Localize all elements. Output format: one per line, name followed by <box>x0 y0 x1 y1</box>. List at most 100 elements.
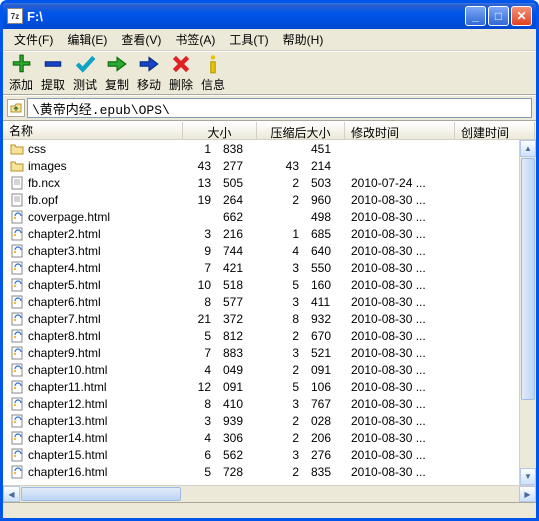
path-input[interactable] <box>27 98 532 118</box>
html-icon <box>9 227 25 241</box>
file-name: images <box>28 159 67 173</box>
file-name: chapter11.html <box>28 380 107 394</box>
table-row[interactable]: chapter16.html572828352010-08-30 ... <box>3 463 536 480</box>
table-row[interactable]: chapter6.html857734112010-08-30 ... <box>3 293 536 310</box>
header-mtime[interactable]: 修改时间 <box>345 122 455 139</box>
html-icon <box>9 465 25 479</box>
horizontal-scrollbar[interactable]: ◀ ▶ <box>3 485 536 502</box>
html-icon <box>9 278 25 292</box>
file-size-units: 562 <box>217 448 257 462</box>
table-row[interactable]: chapter12.html841037672010-08-30 ... <box>3 395 536 412</box>
file-size-thousands: 19 <box>183 193 217 207</box>
file-size-thousands: 5 <box>183 465 217 479</box>
file-compressed-units: 206 <box>305 431 345 445</box>
table-row[interactable]: chapter10.html404920912010-08-30 ... <box>3 361 536 378</box>
file-mtime: 2010-08-30 ... <box>345 295 455 309</box>
table-row[interactable]: chapter5.html1051851602010-08-30 ... <box>3 276 536 293</box>
file-compressed-thousands: 3 <box>257 295 305 309</box>
html-icon <box>9 448 25 462</box>
table-row[interactable]: chapter9.html788335212010-08-30 ... <box>3 344 536 361</box>
table-row[interactable]: chapter7.html2137289322010-08-30 ... <box>3 310 536 327</box>
table-row[interactable]: chapter4.html742135502010-08-30 ... <box>3 259 536 276</box>
info-button[interactable]: 信息 <box>197 53 229 93</box>
file-size-units: 216 <box>217 227 257 241</box>
table-row[interactable]: chapter15.html656232762010-08-30 ... <box>3 446 536 463</box>
pathbar <box>3 95 536 121</box>
table-row[interactable]: chapter11.html1209151062010-08-30 ... <box>3 378 536 395</box>
test-button[interactable]: 测试 <box>69 53 101 93</box>
file-size-units: 662 <box>217 210 257 224</box>
scroll-thumb-h[interactable] <box>21 487 181 501</box>
scroll-thumb[interactable] <box>521 158 535 400</box>
file-list: 名称 大小 压缩后大小 修改时间 创建时间 css1838451 images 43… <box>3 121 536 485</box>
minimize-button[interactable]: _ <box>465 6 486 26</box>
file-compressed-thousands: 2 <box>257 414 305 428</box>
html-icon <box>9 380 25 394</box>
close-button[interactable]: ✕ <box>511 6 532 26</box>
file-name: chapter5.html <box>28 278 101 292</box>
file-size-units: 812 <box>217 329 257 343</box>
table-row[interactable]: chapter3.html974446402010-08-30 ... <box>3 242 536 259</box>
vertical-scrollbar[interactable]: ▲ ▼ <box>519 140 536 485</box>
file-compressed-thousands: 43 <box>257 159 305 173</box>
scroll-up-icon[interactable]: ▲ <box>520 140 536 157</box>
table-row[interactable]: chapter8.html581226702010-08-30 ... <box>3 327 536 344</box>
file-size-units: 728 <box>217 465 257 479</box>
move-button[interactable]: 移动 <box>133 53 165 93</box>
arrow-right-blue-icon <box>138 53 160 75</box>
scroll-right-icon[interactable]: ▶ <box>519 486 536 502</box>
table-row[interactable]: fb.opf1926429602010-08-30 ... <box>3 191 536 208</box>
file-name: chapter10.html <box>28 363 107 377</box>
menu-view[interactable]: 查看(V) <box>114 29 168 50</box>
file-compressed-thousands: 2 <box>257 431 305 445</box>
scroll-left-icon[interactable]: ◀ <box>3 486 20 502</box>
file-name: coverpage.html <box>28 210 110 224</box>
file-size-units: 372 <box>217 312 257 326</box>
copy-button[interactable]: 复制 <box>101 53 133 93</box>
extract-button[interactable]: 提取 <box>37 53 69 93</box>
file-compressed-thousands: 3 <box>257 261 305 275</box>
check-icon <box>74 53 96 75</box>
file-name: chapter4.html <box>28 261 101 275</box>
file-size-thousands: 8 <box>183 397 217 411</box>
file-compressed-thousands: 2 <box>257 363 305 377</box>
file-size-thousands: 43 <box>183 159 217 173</box>
header-compressed[interactable]: 压缩后大小 <box>257 122 345 139</box>
file-mtime: 2010-08-30 ... <box>345 380 455 394</box>
file-compressed-units: 498 <box>305 210 345 224</box>
file-name: chapter13.html <box>28 414 107 428</box>
menu-bookmark[interactable]: 书签(A) <box>168 29 222 50</box>
header-size[interactable]: 大小 <box>183 122 257 139</box>
file-size-units: 883 <box>217 346 257 360</box>
file-mtime: 2010-08-30 ... <box>345 244 455 258</box>
file-icon <box>9 176 25 190</box>
file-name: chapter2.html <box>28 227 101 241</box>
file-compressed-units: 640 <box>305 244 345 258</box>
maximize-button[interactable]: □ <box>488 6 509 26</box>
file-compressed-units: 451 <box>305 142 345 156</box>
file-size-units: 505 <box>217 176 257 190</box>
titlebar[interactable]: 7z F:\ _ □ ✕ <box>3 3 536 29</box>
file-compressed-thousands: 3 <box>257 448 305 462</box>
table-row[interactable]: chapter13.html393920282010-08-30 ... <box>3 412 536 429</box>
table-row[interactable]: images4327743214 <box>3 157 536 174</box>
file-mtime: 2010-08-30 ... <box>345 210 455 224</box>
table-row[interactable]: coverpage.html 662 4982010-08-30 ... <box>3 208 536 225</box>
scroll-down-icon[interactable]: ▼ <box>520 468 536 485</box>
file-mtime: 2010-08-30 ... <box>345 261 455 275</box>
menu-file[interactable]: 文件(F) <box>7 29 60 50</box>
table-row[interactable]: chapter14.html430622062010-08-30 ... <box>3 429 536 446</box>
header-name[interactable]: 名称 <box>3 122 183 139</box>
table-row[interactable]: fb.ncx1350525032010-07-24 ... <box>3 174 536 191</box>
folder-icon <box>9 159 25 173</box>
table-row[interactable]: chapter2.html321616852010-08-30 ... <box>3 225 536 242</box>
header-ctime[interactable]: 创建时间 <box>455 122 535 139</box>
menu-tools[interactable]: 工具(T) <box>222 29 275 50</box>
file-mtime: 2010-08-30 ... <box>345 414 455 428</box>
add-button[interactable]: 添加 <box>5 53 37 93</box>
table-row[interactable]: css1838451 <box>3 140 536 157</box>
delete-button[interactable]: 删除 <box>165 53 197 93</box>
menu-edit[interactable]: 编辑(E) <box>60 29 114 50</box>
menu-help[interactable]: 帮助(H) <box>276 29 331 50</box>
up-button[interactable] <box>7 99 25 117</box>
